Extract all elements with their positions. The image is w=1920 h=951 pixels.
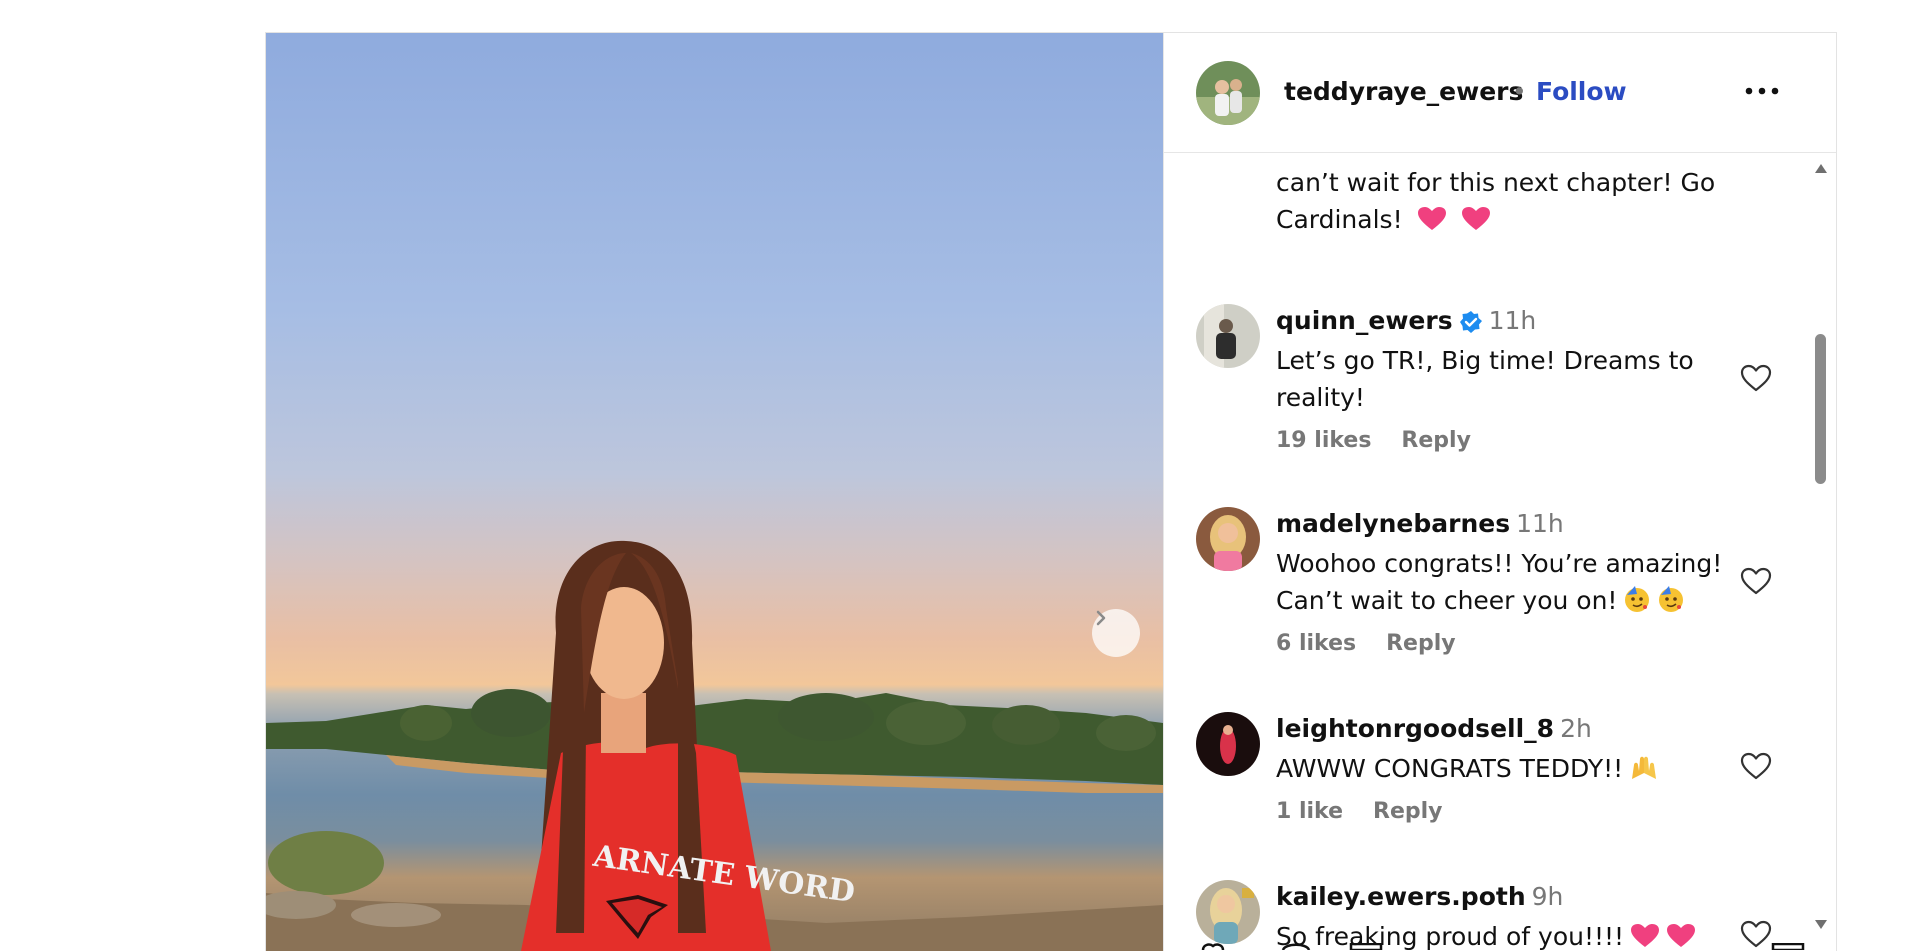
party-face-icon [1659, 586, 1684, 612]
comment-header: quinn_ewers 11h [1276, 306, 1536, 335]
commenter-avatar[interactable] [1196, 507, 1260, 571]
comment-line-text: AWWW CONGRATS TEDDY!! [1276, 754, 1624, 783]
comment-time[interactable]: 2h [1560, 714, 1592, 743]
likes-count[interactable]: 19 likes [1276, 428, 1371, 453]
pink-heart-icon [1417, 207, 1446, 230]
separator-dot: • [1512, 77, 1527, 106]
next-photo-button[interactable] [1092, 609, 1140, 657]
reply-button[interactable]: Reply [1401, 428, 1471, 453]
comment-icon [1281, 943, 1311, 950]
comment-meta: 19 likes Reply [1276, 428, 1501, 453]
caption-line: can’t wait for this next chapter! Go [1276, 168, 1716, 197]
comment-text: AWWW CONGRATS TEDDY!! [1276, 750, 1746, 787]
comment-username[interactable]: leightonrgoodsell_8 [1276, 714, 1554, 743]
party-face-icon [1625, 586, 1650, 612]
scroll-down-arrow-icon[interactable] [1814, 919, 1828, 931]
commenter-avatar[interactable] [1196, 304, 1260, 368]
scrollbar-thumb[interactable] [1815, 334, 1826, 484]
share-icon [1349, 943, 1383, 950]
commenter-avatar[interactable] [1196, 712, 1260, 776]
comments-scrollbar[interactable] [1804, 154, 1836, 951]
raising-hands-icon [1632, 756, 1657, 779]
reply-button[interactable]: Reply [1386, 631, 1456, 656]
like-comment-button[interactable] [1738, 360, 1774, 396]
comment-username[interactable]: kailey.ewers.poth [1276, 882, 1526, 911]
author-avatar[interactable] [1196, 61, 1260, 125]
more-horizontal-icon [1745, 87, 1779, 95]
scroll-up-arrow-icon[interactable] [1814, 162, 1828, 174]
verified-badge-icon [1459, 311, 1482, 333]
comment-meta: 1 like Reply [1276, 799, 1473, 824]
comment-time[interactable]: 9h [1532, 882, 1564, 911]
comment-username[interactable]: quinn_ewers [1276, 306, 1453, 335]
commenter-avatar[interactable] [1196, 880, 1260, 944]
photo-scene: ARNATE WORD [266, 540, 1163, 951]
reply-button[interactable]: Reply [1373, 799, 1443, 824]
likes-count[interactable]: 6 likes [1276, 631, 1356, 656]
follow-button[interactable]: Follow [1536, 77, 1627, 106]
comment-line: AWWW CONGRATS TEDDY!! [1276, 750, 1746, 787]
heart-outline-icon [1740, 567, 1772, 595]
comment-time[interactable]: 11h [1516, 509, 1564, 538]
comment-header: leightonrgoodsell_8 2h [1276, 714, 1592, 743]
comment-line-text: Can’t wait to cheer you on! [1276, 586, 1618, 615]
comment-meta: 6 likes Reply [1276, 631, 1486, 656]
more-options-button[interactable] [1742, 75, 1782, 107]
like-comment-button[interactable] [1738, 563, 1774, 599]
caption-text: can’t wait for this next chapter! Go Car… [1276, 164, 1736, 238]
author-username[interactable]: teddyraye_ewers [1284, 77, 1523, 106]
save-icon [1771, 943, 1805, 950]
comment-header: kailey.ewers.poth 9h [1276, 882, 1563, 911]
like-post-icon [1201, 943, 1225, 950]
comment-username[interactable]: madelynebarnes [1276, 509, 1510, 538]
comment-line: Woohoo congrats!! You’re amazing! [1276, 549, 1723, 578]
comment-line: reality! [1276, 383, 1365, 412]
heart-outline-icon [1740, 364, 1772, 392]
comments-list[interactable]: can’t wait for this next chapter! Go Car… [1164, 154, 1804, 951]
comment-line: Can’t wait to cheer you on! [1276, 582, 1746, 619]
comment-time[interactable]: 11h [1489, 306, 1537, 335]
chevron-right-icon [1096, 610, 1106, 626]
caption-line-end: Cardinals! [1276, 205, 1403, 234]
post-photo[interactable]: ARNATE WORD [266, 33, 1163, 951]
post-actions-bar [1201, 943, 1805, 950]
comment-text: Woohoo congrats!! You’re amazing! Can’t … [1276, 545, 1746, 619]
post-sidebar: teddyraye_ewers • Follow can’t wait for … [1163, 33, 1836, 951]
pink-heart-icon [1461, 207, 1490, 230]
heart-outline-icon [1740, 752, 1772, 780]
caption-line: Cardinals! [1276, 201, 1736, 238]
post-header: teddyraye_ewers • Follow [1164, 33, 1836, 153]
comment-header: madelynebarnes 11h [1276, 509, 1564, 538]
like-comment-button[interactable] [1738, 748, 1774, 784]
post-container: ARNATE WORD teddyraye_ewers • Follow can… [265, 32, 1837, 951]
likes-count[interactable]: 1 like [1276, 799, 1343, 824]
comment-line: Let’s go TR!, Big time! Dreams to [1276, 346, 1694, 375]
comment-text: Let’s go TR!, Big time! Dreams to realit… [1276, 342, 1746, 416]
